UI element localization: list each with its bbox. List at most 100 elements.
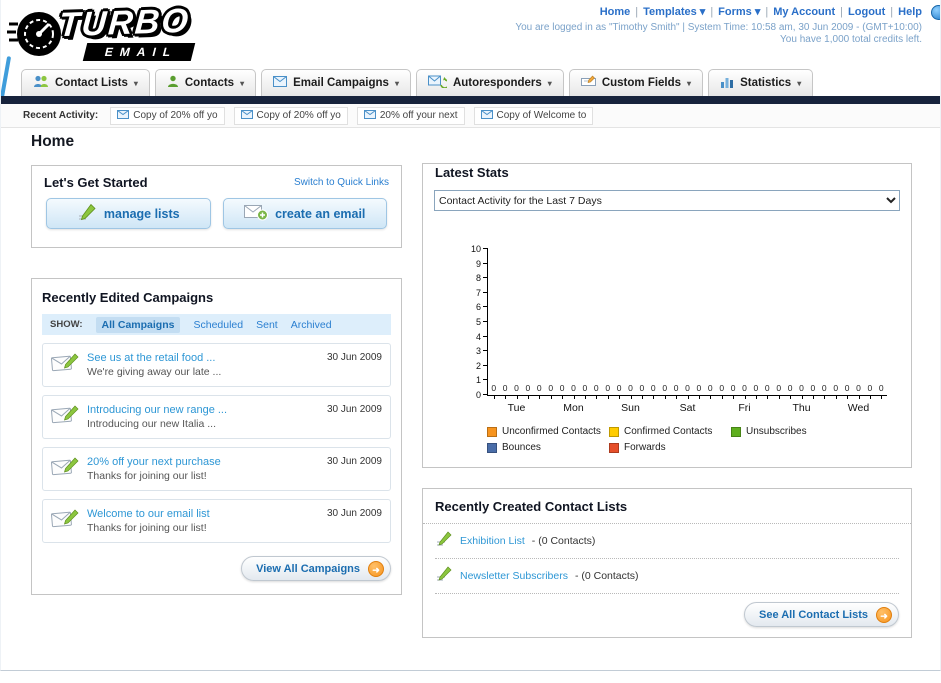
- x-axis-tick: [824, 395, 826, 399]
- tab-statistics[interactable]: Statistics ▾: [708, 69, 814, 96]
- y-axis-tick: [483, 277, 488, 279]
- x-axis-tick: [801, 395, 803, 399]
- tab-contacts[interactable]: Contacts ▾: [154, 69, 257, 96]
- y-axis-tick: [483, 350, 488, 352]
- chevron-down-icon: ▾: [133, 78, 138, 88]
- top-link-home[interactable]: Home: [600, 6, 631, 18]
- campaign-title-link[interactable]: 20% off your next purchase: [87, 456, 319, 468]
- pencil-list-icon: [435, 566, 453, 585]
- tab-autoresponders[interactable]: Autoresponders ▾: [415, 69, 564, 96]
- envelope-pencil-icon: [51, 508, 79, 535]
- chevron-down-icon: ▾: [547, 78, 552, 88]
- contact-list-link[interactable]: Newsletter Subscribers: [460, 570, 568, 582]
- top-link-templates[interactable]: Templates ▾: [643, 6, 705, 18]
- y-axis-tick: [483, 335, 488, 337]
- bar-value-label: 0: [536, 383, 542, 393]
- top-link-my-account[interactable]: My Account: [773, 6, 835, 18]
- filter-scheduled[interactable]: Scheduled: [193, 319, 243, 331]
- legend-swatch: [487, 442, 497, 453]
- x-axis-category-label: Tue: [507, 402, 526, 414]
- stats-period-select[interactable]: Contact Activity for the Last 7 Days: [434, 190, 900, 211]
- email-campaigns-icon: [273, 76, 288, 90]
- bar-value-label: 0: [502, 383, 508, 393]
- contact-list-item[interactable]: Exhibition List - (0 Contacts): [435, 524, 899, 559]
- create-email-button[interactable]: create an email: [222, 198, 387, 229]
- x-axis-tick: [835, 395, 837, 399]
- campaign-title-link[interactable]: Welcome to our email list: [87, 508, 319, 520]
- y-axis-tick: [483, 291, 488, 293]
- campaign-item[interactable]: Welcome to our email list Thanks for joi…: [42, 499, 391, 543]
- campaign-subtitle: Thanks for joining our list!: [87, 470, 207, 482]
- filter-all-campaigns[interactable]: All Campaigns: [95, 316, 181, 333]
- y-axis-tick-label: 9: [475, 258, 481, 269]
- bar-value-label: 0: [764, 383, 770, 393]
- switch-quick-links-link[interactable]: Switch to Quick Links: [294, 177, 389, 188]
- x-axis-tick: [505, 395, 507, 399]
- filter-archived[interactable]: Archived: [291, 319, 332, 331]
- legend-label: Confirmed Contacts: [624, 426, 713, 437]
- tab-label: Email Campaigns: [293, 77, 389, 89]
- campaign-title-link[interactable]: See us at the retail food ...: [87, 352, 319, 364]
- contact-list-item[interactable]: Newsletter Subscribers - (0 Contacts): [435, 559, 899, 594]
- campaign-item[interactable]: Introducing our new range ... Introducin…: [42, 395, 391, 439]
- chevron-down-icon: ▾: [687, 78, 692, 88]
- campaign-title-link[interactable]: Introducing our new range ...: [87, 404, 319, 416]
- manage-lists-button[interactable]: manage lists: [46, 198, 211, 229]
- see-all-contact-lists-button[interactable]: See All Contact Lists ➜: [743, 602, 899, 627]
- separator: |: [890, 6, 894, 18]
- legend-item: Unsubscribes: [731, 426, 853, 437]
- live-help-icon[interactable]: [931, 5, 940, 20]
- x-axis-tick: [733, 395, 735, 399]
- bar-value-label: 0: [799, 383, 804, 393]
- tab-email-campaigns[interactable]: Email Campaigns ▾: [261, 69, 411, 96]
- view-all-campaigns-button[interactable]: View All Campaigns ➜: [241, 556, 391, 581]
- bar-value-label: 0: [753, 383, 759, 393]
- separator: |: [635, 6, 639, 18]
- recent-activity-item[interactable]: Copy of 20% off yo: [233, 106, 348, 125]
- x-axis-category-label: Thu: [792, 402, 811, 414]
- envelope-pencil-icon: [51, 456, 79, 483]
- top-link-forms[interactable]: Forms ▾: [718, 6, 760, 18]
- bar-value-label: 0: [616, 383, 622, 393]
- bar-value-label: 0: [821, 383, 827, 393]
- recent-activity-item[interactable]: Copy of 20% off yo: [110, 106, 225, 125]
- tab-custom-fields[interactable]: Custom Fields ▾: [568, 69, 704, 96]
- tab-label: Statistics: [740, 77, 792, 89]
- bar-value-label: 0: [548, 383, 554, 393]
- top-link-help[interactable]: Help: [898, 6, 922, 18]
- x-axis-category-label: Mon: [563, 402, 584, 414]
- chevron-down-icon: ▾: [797, 78, 802, 88]
- x-axis-tick: [687, 395, 689, 399]
- bar-value-label: 0: [639, 383, 645, 393]
- legend-swatch: [731, 426, 741, 437]
- recent-activity-item[interactable]: 20% off your next: [356, 106, 465, 125]
- campaign-date: 30 Jun 2009: [326, 352, 382, 363]
- legend-label: Forwards: [624, 442, 666, 453]
- chart-plot: 0 1 2 3 4 5 6 7 8 9 10 0 0 0 0 0 Tue 0 0 0 0 0 Mon 0 0 0 0 0 Sun 0 0 0 0…: [471, 244, 887, 414]
- bar-value-label: 0: [491, 383, 497, 393]
- x-axis-tick: [710, 395, 712, 399]
- contact-list-count: - (0 Contacts): [574, 569, 639, 582]
- show-label: SHOW:: [50, 319, 83, 330]
- filter-sent[interactable]: Sent: [256, 319, 278, 331]
- campaign-item[interactable]: See us at the retail food ... We're givi…: [42, 343, 391, 387]
- x-axis-tick: [676, 395, 678, 399]
- contact-list-link[interactable]: Exhibition List: [460, 535, 525, 547]
- bar-value-label: 0: [559, 383, 565, 393]
- tab-contact-lists[interactable]: Contact Lists ▾: [21, 69, 150, 96]
- latest-stats-panel: Latest Stats Contact Activity for the La…: [422, 163, 912, 468]
- x-axis-tick: [539, 395, 541, 399]
- y-axis-tick-label: 8: [475, 273, 481, 284]
- y-axis-tick-label: 10: [470, 244, 481, 254]
- campaign-item[interactable]: 20% off your next purchase Thanks for jo…: [42, 447, 391, 491]
- envelope-pencil-icon: [51, 352, 79, 379]
- campaigns-title: Recently Edited Campaigns: [42, 290, 214, 305]
- x-axis-tick: [562, 395, 564, 399]
- top-link-logout[interactable]: Logout: [848, 6, 885, 18]
- view-all-campaigns-label: View All Campaigns: [256, 562, 360, 575]
- activity-item-label: Copy of 20% off yo: [256, 110, 341, 121]
- recent-activity-item[interactable]: Copy of Welcome to: [473, 106, 594, 125]
- recent-activity-label: Recent Activity:: [23, 110, 99, 121]
- x-axis-tick: [869, 395, 871, 399]
- envelope-icon: [363, 109, 376, 122]
